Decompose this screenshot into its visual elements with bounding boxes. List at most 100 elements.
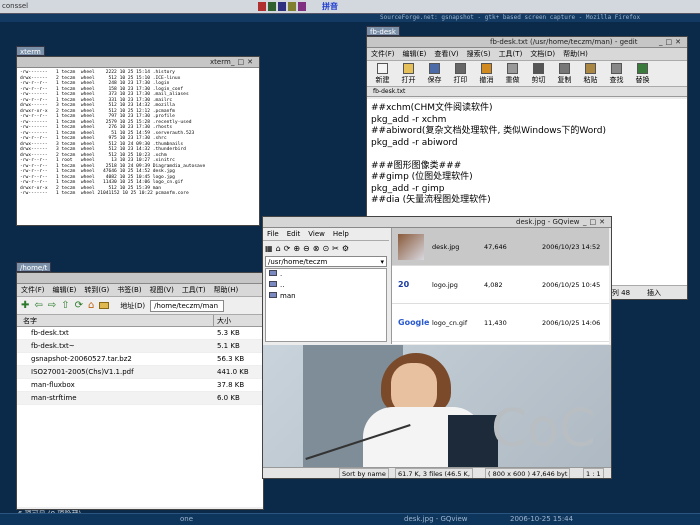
fm-menu-item[interactable]: 工具(T): [182, 286, 206, 294]
taskbar-item[interactable]: desk.jpg - GQview: [404, 515, 468, 523]
gqview-menu-item[interactable]: File: [267, 230, 279, 238]
thumb-date: 2006/10/23 14:52: [542, 243, 601, 251]
file-row[interactable]: man-strftime 6.0 KB: [17, 392, 263, 405]
tray-icon-2[interactable]: [268, 2, 276, 11]
toolbar-button[interactable]: 打印: [449, 63, 472, 85]
toolbar-button[interactable]: 重做: [501, 63, 524, 85]
zoom-in-icon[interactable]: ⊕: [293, 244, 300, 253]
config-icon[interactable]: ⚙: [342, 244, 349, 253]
toolbar-button[interactable]: 查找: [605, 63, 628, 85]
gedit-menu-item[interactable]: 工具(T): [499, 50, 523, 58]
gqview-toolbar: ▦ ⌂ ⟳ ⊕ ⊖ ⊗ ⊙ ✂ ⚙: [263, 241, 389, 255]
column-size[interactable]: 大小: [213, 315, 231, 327]
thumb-size: 47,646: [484, 243, 507, 251]
home-icon[interactable]: ⌂: [276, 244, 281, 253]
gedit-menu-item[interactable]: 帮助(H): [563, 50, 588, 58]
tray-icon-3[interactable]: [278, 2, 286, 11]
thumb-name: desk.jpg: [432, 243, 460, 251]
thumb-row[interactable]: 20 logo.jpg 4,082 2006/10/25 10:45: [392, 266, 609, 304]
column-name[interactable]: 名字: [23, 315, 37, 327]
photo-text: CoC: [491, 399, 596, 459]
file-row[interactable]: fb-desk.txt~ 5.1 KB: [17, 340, 263, 353]
image-view[interactable]: CoC: [263, 345, 611, 467]
tray-icons[interactable]: [258, 2, 312, 12]
back-icon[interactable]: ✚: [21, 300, 29, 311]
address-field[interactable]: /home/teczm/man: [150, 299, 225, 312]
toolbar-button[interactable]: 粘贴: [579, 63, 602, 85]
gedit-menu-item[interactable]: 文件(F): [371, 50, 395, 58]
thumb-name: logo_cn.gif: [432, 319, 468, 327]
toolbar-button[interactable]: 复制: [553, 63, 576, 85]
fm-menu-item[interactable]: 书签(B): [117, 286, 141, 294]
tray-icon-4[interactable]: [288, 2, 296, 11]
toolbar-button[interactable]: 剪切: [527, 63, 550, 85]
tree-item[interactable]: man: [266, 291, 386, 302]
fm-menu-item[interactable]: 转到(G): [84, 286, 109, 294]
gedit-titlebar[interactable]: fb-desk.txt (/usr/home/teczm/man) - gedi…: [367, 37, 687, 48]
thumb-row[interactable]: Google logo_cn.gif 11,430 2006/10/25 14:06: [392, 304, 609, 342]
file-row[interactable]: fb-desk.txt 5.3 KB: [17, 327, 263, 340]
tree-label: .: [280, 270, 283, 278]
up-arrow-icon[interactable]: ⇧: [61, 300, 69, 311]
terminal-tab[interactable]: xterm: [16, 46, 45, 56]
file-row[interactable]: ISO27001-2005(Chs)V1.1.pdf 441.0 KB: [17, 366, 263, 379]
toolbar-button[interactable]: 打开: [397, 63, 420, 85]
folder-icon[interactable]: [99, 302, 110, 309]
ime-indicator[interactable]: 拼音: [322, 1, 338, 12]
terminal-content[interactable]: -rw------- 1 teczm wheel 2222 10 25 15:1…: [17, 68, 259, 199]
tree-item[interactable]: ..: [266, 280, 386, 291]
file-list-header: 名字 大小: [17, 315, 263, 327]
forward-arrow-icon[interactable]: ⇨: [48, 300, 56, 311]
fm-menu-item[interactable]: 文件(F): [21, 286, 45, 294]
tools-icon[interactable]: ✂: [332, 244, 339, 253]
gedit-tab[interactable]: fb-desk: [366, 26, 400, 36]
file-list: fb-desk.txt 5.3 KB fb-desk.txt~ 5.1 KB gsnap…: [17, 327, 263, 507]
tray-icon-1[interactable]: [258, 2, 266, 11]
terminal-titlebar[interactable]: xterm _□✕: [17, 57, 259, 68]
zoom-out-icon[interactable]: ⊖: [303, 244, 310, 253]
zoom-fit-icon[interactable]: ⊗: [313, 244, 320, 253]
filemanager-tab[interactable]: /home/t: [16, 262, 52, 272]
home-icon[interactable]: ⌂: [88, 300, 94, 311]
zoom-1-icon[interactable]: ⊙: [322, 244, 329, 253]
reload-icon[interactable]: ⟳: [75, 300, 83, 311]
toolbar-label: 打开: [401, 76, 416, 84]
file-row[interactable]: gsnapshot-20060527.tar.bz2 56.3 KB: [17, 353, 263, 366]
back-arrow-icon[interactable]: ⇦: [34, 300, 42, 311]
toolbar-label: 撤消: [479, 76, 494, 84]
editor-line: ##abiword(复杂文档处理软件, 类似Windows下的Word): [371, 126, 606, 136]
window-controls[interactable]: _□✕: [231, 57, 256, 67]
thumbs-icon[interactable]: ▦: [265, 244, 273, 253]
editor-line: ##xchm(CHM文件阅读软件): [371, 103, 493, 113]
window-controls[interactable]: _□✕: [659, 37, 684, 47]
gqview-menu-item[interactable]: Help: [333, 230, 349, 238]
filemanager-window: 文件(F) 编辑(E) 转到(G) 书签(B) 视图(V) 工具(T) 帮助(H) ✚ ⇦ …: [16, 272, 264, 510]
gqview-titlebar[interactable]: desk.jpg - GQview _□✕: [263, 217, 611, 228]
refresh-icon[interactable]: ⟳: [284, 244, 291, 253]
gedit-doc-tab[interactable]: fb-desk.txt: [367, 87, 687, 97]
thumb-row[interactable]: desk.jpg 47,646 2006/10/23 14:52: [392, 228, 609, 266]
toolbar-button[interactable]: 新建: [371, 63, 394, 85]
file-row[interactable]: man-fluxbox 37.8 KB: [17, 379, 263, 392]
gqview-menu-item[interactable]: Edit: [287, 230, 301, 238]
gedit-menu-item[interactable]: 查看(V): [434, 50, 458, 58]
tray-icon-5[interactable]: [298, 2, 306, 11]
gqview-menu-item[interactable]: View: [308, 230, 325, 238]
toolbar-button[interactable]: 保存: [423, 63, 446, 85]
toolbar-button[interactable]: 撤消: [475, 63, 498, 85]
filemanager-titlebar[interactable]: [17, 273, 263, 284]
chevron-down-icon[interactable]: ▾: [380, 257, 384, 267]
gedit-menu-item[interactable]: 搜索(S): [467, 50, 491, 58]
gedit-menu-item[interactable]: 文档(D): [530, 50, 555, 58]
tree-item[interactable]: .: [266, 269, 386, 280]
gedit-menu-item[interactable]: 编辑(E): [403, 50, 427, 58]
path-field[interactable]: /usr/home/teczm ▾: [265, 256, 387, 267]
panel-label[interactable]: conssel: [2, 2, 28, 10]
desktop-name[interactable]: one: [180, 515, 193, 523]
fm-menu-item[interactable]: 帮助(H): [214, 286, 239, 294]
fm-menu-item[interactable]: 编辑(E): [53, 286, 77, 294]
sort-button[interactable]: Sort by name: [339, 468, 389, 478]
toolbar-button[interactable]: 替换: [631, 63, 654, 85]
window-controls[interactable]: _□✕: [583, 217, 608, 227]
fm-menu-item[interactable]: 视图(V): [150, 286, 174, 294]
